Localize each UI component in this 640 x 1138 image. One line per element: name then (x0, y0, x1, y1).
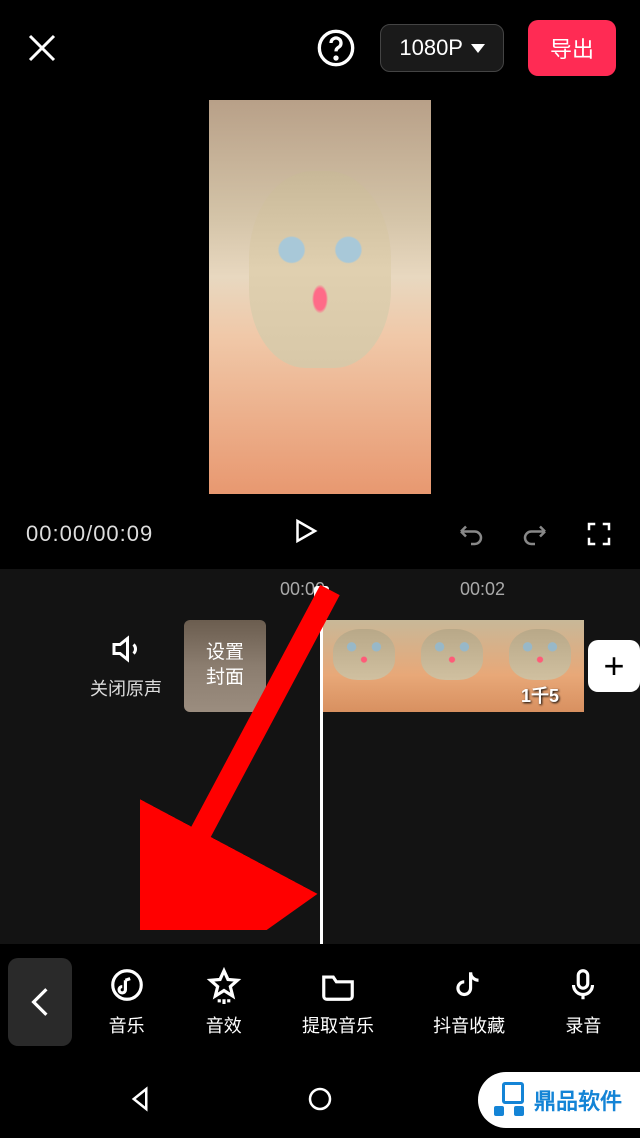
resolution-selector[interactable]: 1080P (380, 24, 504, 72)
tab-music[interactable]: 音乐 (108, 966, 146, 1038)
close-button[interactable] (24, 30, 60, 66)
mute-original-button[interactable]: 关闭原声 (90, 631, 162, 701)
watermark-logo-icon (492, 1082, 528, 1118)
star-icon (205, 966, 243, 1004)
clip-track[interactable]: 1千5 + (320, 620, 640, 712)
nav-back-icon[interactable] (125, 1084, 155, 1114)
export-button[interactable]: 导出 (528, 20, 616, 76)
music-icon (108, 966, 146, 1004)
chevron-left-icon (30, 986, 50, 1018)
clip-thumbnail[interactable] (320, 620, 408, 712)
speaker-icon (108, 631, 144, 667)
bottom-toolbar: 音乐 音效 提取音乐 抖音收藏 录音 (0, 944, 640, 1060)
video-preview[interactable] (209, 100, 431, 494)
watermark: 鼎品软件 (478, 1072, 640, 1128)
fullscreen-button[interactable] (584, 519, 614, 549)
nav-home-icon[interactable] (305, 1084, 335, 1114)
set-cover-button[interactable]: 设置 封面 (184, 620, 266, 712)
tab-record[interactable]: 录音 (564, 966, 602, 1038)
clip-thumbnail[interactable] (408, 620, 496, 712)
timeline[interactable]: 00:00 00:02 关闭原声 设置 封面 1千5 + (0, 569, 640, 969)
back-button[interactable] (8, 958, 72, 1046)
clip-thumbnail[interactable]: 1千5 (496, 620, 584, 712)
top-bar: 1080P 导出 (0, 0, 640, 96)
tab-extract-music[interactable]: 提取音乐 (302, 966, 374, 1038)
help-button[interactable] (316, 28, 356, 68)
play-button[interactable] (290, 516, 320, 551)
chevron-down-icon (471, 44, 485, 53)
timecode: 00:00/00:09 (26, 521, 153, 547)
folder-icon (319, 966, 357, 1004)
mic-icon (564, 966, 602, 1004)
undo-button[interactable] (456, 519, 486, 549)
douyin-icon (450, 966, 488, 1004)
tab-douyin-favorites[interactable]: 抖音收藏 (433, 966, 505, 1038)
redo-button[interactable] (520, 519, 550, 549)
tab-sfx[interactable]: 音效 (205, 966, 243, 1038)
player-controls: 00:00/00:09 (0, 508, 640, 569)
resolution-value: 1080P (399, 35, 463, 61)
add-clip-button[interactable]: + (588, 640, 640, 692)
playhead[interactable] (320, 590, 323, 970)
preview-area (0, 96, 640, 508)
